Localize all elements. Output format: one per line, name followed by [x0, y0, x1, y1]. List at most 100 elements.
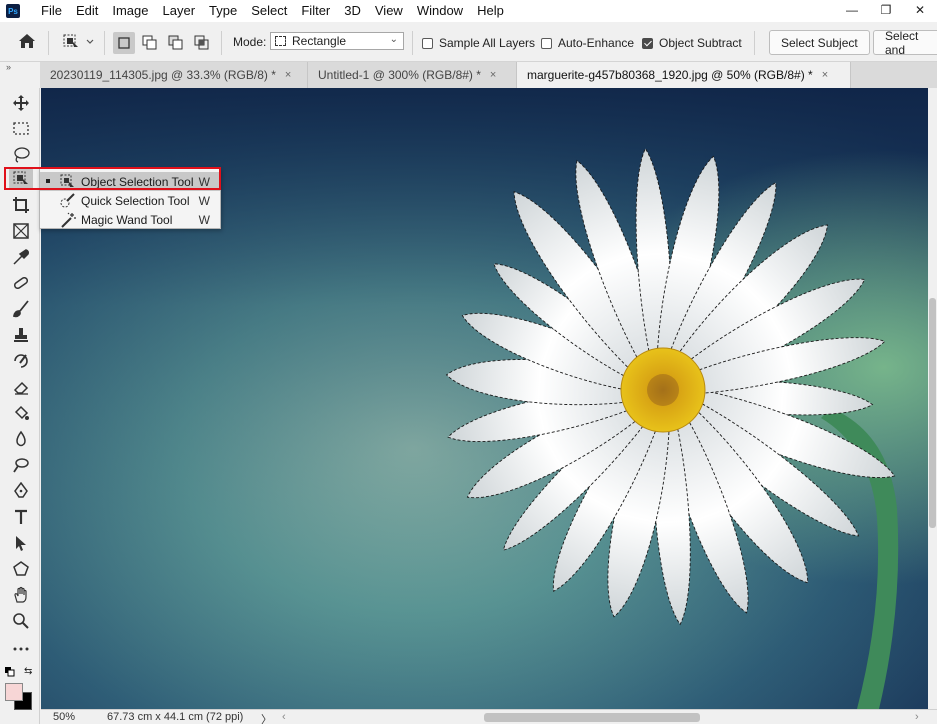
flyout-quick-selection[interactable]: Quick Selection Tool W [40, 191, 220, 210]
move-tool[interactable] [9, 92, 33, 114]
frame-icon [13, 223, 29, 239]
hand-tool[interactable] [9, 584, 33, 606]
auto-enhance-checkbox[interactable]: Auto-Enhance [541, 36, 634, 50]
horizontal-scroll-thumb[interactable] [484, 713, 700, 722]
edit-toolbar-button[interactable] [9, 638, 33, 660]
flyout-shortcut: W [198, 193, 210, 208]
tab-document-1[interactable]: 20230119_114305.jpg @ 33.3% (RGB/8) * × [40, 62, 308, 88]
eyedropper-tool[interactable] [9, 246, 33, 268]
flyout-label: Object Selection Tool [81, 174, 194, 189]
add-to-selection-button[interactable] [139, 32, 161, 54]
foreground-color-swatch[interactable] [5, 683, 23, 701]
minimize-button[interactable]: — [835, 0, 869, 20]
vertical-scrollbar[interactable] [928, 88, 937, 709]
brush-tool[interactable] [9, 298, 33, 320]
default-colors-icon[interactable] [5, 666, 15, 680]
object-selection-tool[interactable] [9, 168, 33, 190]
expand-panels-icon[interactable]: » [0, 62, 40, 72]
object-selection-icon [60, 174, 74, 187]
mode-value: Rectangle [292, 34, 347, 48]
checkbox-box[interactable] [642, 37, 653, 49]
dodge-tool[interactable] [9, 454, 33, 476]
history-brush-icon [14, 354, 28, 368]
more-icon [13, 647, 29, 651]
flyout-magic-wand[interactable]: Magic Wand Tool W [40, 210, 220, 229]
subtract-from-selection-button[interactable] [165, 32, 187, 54]
rectangle-mode-icon [275, 36, 286, 46]
menu-layer[interactable]: Layer [156, 0, 203, 22]
close-tab-icon[interactable]: × [822, 69, 828, 81]
shape-tool[interactable] [9, 558, 33, 580]
scroll-right-icon[interactable]: › [915, 711, 919, 723]
clone-stamp-tool[interactable] [9, 324, 33, 346]
zoom-level[interactable]: 50% [53, 711, 75, 723]
healing-brush-tool[interactable] [9, 272, 33, 294]
menu-filter[interactable]: Filter [294, 0, 337, 22]
swap-colors-icon[interactable]: ⇆ [24, 666, 32, 677]
new-selection-icon [118, 37, 130, 49]
menu-file[interactable]: File [34, 0, 69, 22]
object-subtract-label: Object Subtract [659, 36, 742, 50]
tool-preset-picker[interactable] [62, 33, 96, 51]
menu-window[interactable]: Window [410, 0, 470, 22]
history-brush-tool[interactable] [9, 350, 33, 372]
lasso-icon [14, 147, 30, 163]
tab-title: 20230119_114305.jpg @ 33.3% (RGB/8) * [50, 68, 276, 82]
home-icon[interactable] [18, 33, 36, 49]
close-button[interactable]: ✕ [903, 0, 937, 20]
divider [412, 31, 413, 55]
document-tab-bar: 20230119_114305.jpg @ 33.3% (RGB/8) * × … [40, 62, 937, 88]
status-menu-arrow-icon[interactable]: 〉 [261, 711, 272, 724]
menu-edit[interactable]: Edit [69, 0, 105, 22]
path-selection-tool[interactable] [9, 532, 33, 554]
menu-image[interactable]: Image [105, 0, 155, 22]
object-subtract-checkbox[interactable]: Object Subtract [642, 36, 742, 50]
frame-tool[interactable] [9, 220, 33, 242]
flyout-label: Magic Wand Tool [81, 212, 173, 227]
zoom-tool[interactable] [9, 610, 33, 632]
menu-select[interactable]: Select [244, 0, 294, 22]
tab-document-2[interactable]: Untitled-1 @ 300% (RGB/8#) * × [308, 62, 517, 88]
pen-tool[interactable] [9, 480, 33, 502]
photoshop-logo-icon: Ps [6, 4, 20, 18]
move-icon [13, 95, 29, 111]
paint-bucket-tool[interactable] [9, 402, 33, 424]
checkbox-box[interactable] [422, 37, 433, 49]
marquee-tool[interactable] [9, 118, 33, 140]
sample-all-layers-label: Sample All Layers [439, 36, 536, 50]
divider [221, 31, 222, 55]
menu-help[interactable]: Help [470, 0, 511, 22]
selection-tools-flyout: Object Selection Tool W Quick Selection … [39, 168, 221, 229]
close-tab-icon[interactable]: × [490, 69, 496, 81]
select-and-mask-button[interactable]: Select and [873, 29, 937, 57]
intersect-selection-button[interactable] [191, 32, 213, 54]
path-selection-icon [16, 536, 26, 551]
close-tab-icon[interactable]: × [285, 69, 291, 81]
eraser-tool[interactable] [9, 376, 33, 398]
mode-select[interactable]: Rectangle ⌄ [270, 32, 404, 50]
divider [104, 31, 105, 55]
object-selection-icon [63, 34, 94, 47]
select-subject-button[interactable]: Select Subject [769, 30, 870, 55]
brush-icon [12, 300, 29, 318]
menu-3d[interactable]: 3D [337, 0, 368, 22]
lasso-tool[interactable] [9, 144, 33, 166]
flyout-object-selection[interactable]: Object Selection Tool W [40, 172, 220, 191]
current-tool-marker [46, 179, 50, 183]
subtract-selection-icon [168, 35, 183, 50]
divider [754, 31, 755, 55]
blur-tool[interactable] [9, 428, 33, 450]
new-selection-button[interactable] [113, 32, 135, 54]
menu-view[interactable]: View [368, 0, 410, 22]
scroll-thumb[interactable] [929, 298, 936, 528]
type-tool[interactable] [9, 506, 33, 528]
tab-document-3[interactable]: marguerite-g457b80368_1920.jpg @ 50% (RG… [517, 62, 851, 88]
pen-icon [14, 482, 28, 498]
document-size: 67.73 cm x 44.1 cm (72 ppi) [107, 711, 244, 723]
crop-tool[interactable] [9, 194, 33, 216]
scroll-left-icon[interactable]: ‹ [282, 711, 286, 723]
checkbox-box[interactable] [541, 37, 552, 49]
restore-button[interactable]: ❐ [869, 0, 903, 20]
menu-type[interactable]: Type [202, 0, 244, 22]
sample-all-layers-checkbox[interactable]: Sample All Layers [422, 36, 535, 50]
